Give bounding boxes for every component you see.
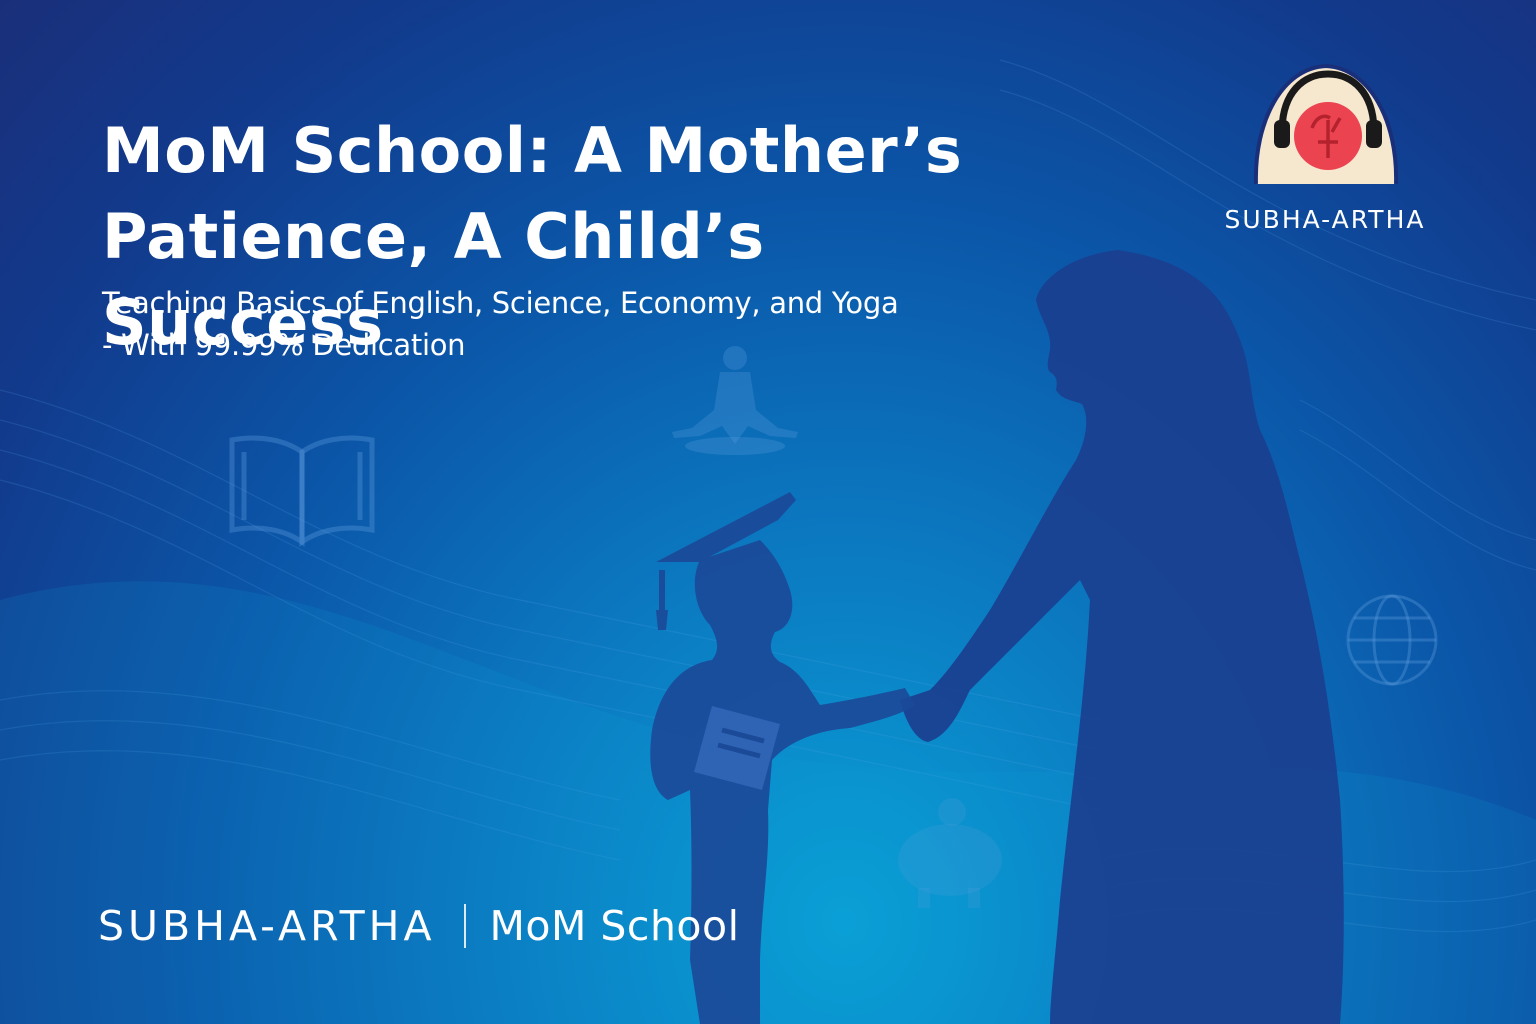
footer-brand-bar: SUBHA-ARTHA MoM School — [98, 898, 740, 954]
subha-artha-logo — [1253, 63, 1399, 185]
logo-text: SUBHA-ARTHA — [1224, 205, 1426, 234]
footer-school-name: MoM School — [489, 902, 740, 950]
piggy-bank-icon — [898, 798, 1002, 908]
subtitle-line-1: Teaching Basics of English, Science, Eco… — [102, 286, 899, 320]
footer-brand: SUBHA-ARTHA — [98, 902, 436, 950]
subtitle-line-2: - With 99.99% Dedication — [102, 328, 466, 362]
open-book-icon — [229, 435, 375, 547]
globe-icon — [1346, 594, 1438, 686]
title-line-1: MoM School: A Mother’s — [102, 114, 963, 187]
footer-divider — [463, 904, 466, 948]
mother-silhouette — [900, 250, 1344, 1024]
subtitle: Teaching Basics of English, Science, Eco… — [102, 282, 1002, 366]
